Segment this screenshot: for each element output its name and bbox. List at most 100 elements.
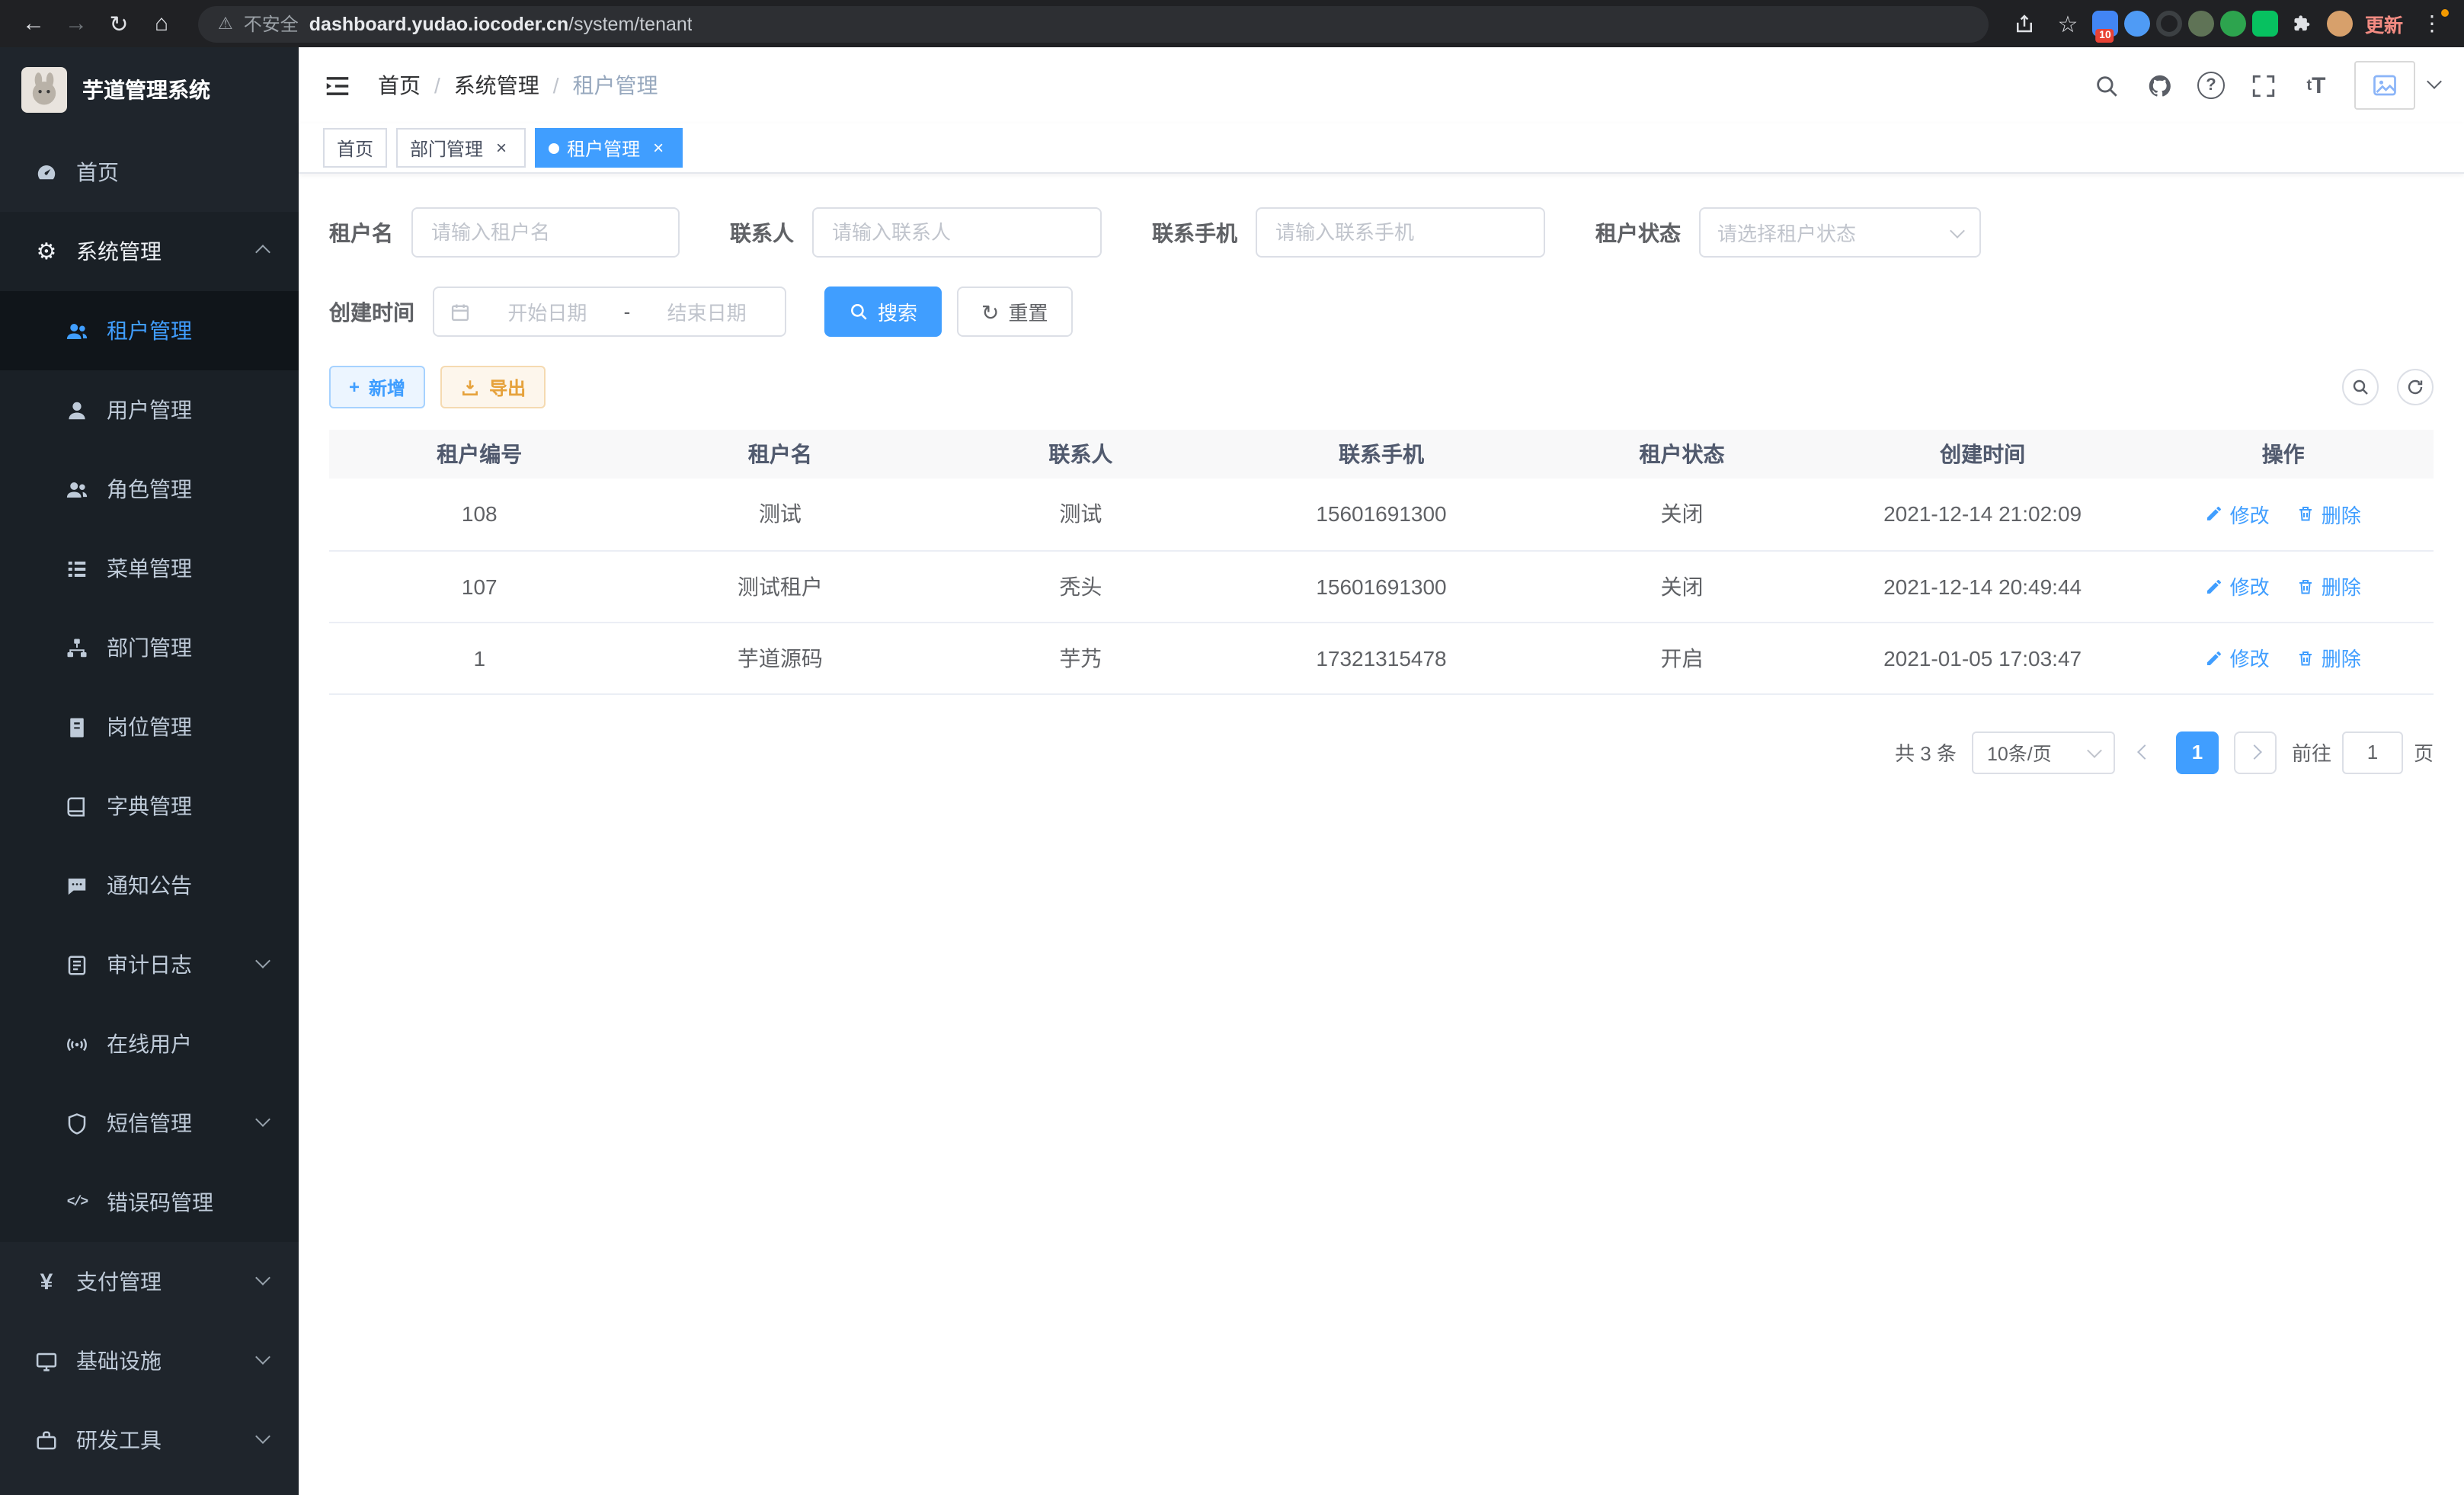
sidebar-item-error-code[interactable]: </> 错误码管理 <box>0 1163 299 1242</box>
next-page-icon[interactable] <box>2234 731 2277 773</box>
sms-shield-icon <box>64 1110 90 1136</box>
contact-label: 联系人 <box>730 217 812 248</box>
tab-dept-management[interactable]: 部门管理 × <box>396 128 526 168</box>
sidebar-item-notice[interactable]: 通知公告 <box>0 846 299 925</box>
delete-button[interactable]: 删除 <box>2297 500 2361 529</box>
sidebar-item-menu-management[interactable]: 菜单管理 <box>0 529 299 608</box>
extension-icon-1[interactable]: 10 <box>2092 11 2118 37</box>
sidebar-item-tenant-management[interactable]: 租户管理 <box>0 291 299 370</box>
refresh-table-icon[interactable] <box>2397 369 2434 405</box>
delete-button[interactable]: 删除 <box>2297 643 2361 672</box>
cell-create-time: 2021-12-14 21:02:09 <box>1832 479 2133 550</box>
chevron-down-icon[interactable] <box>2427 73 2442 88</box>
page-url: dashboard.yudao.iocoder.cn/system/tenant <box>309 13 693 34</box>
sidebar-item-dict-management[interactable]: 字典管理 <box>0 767 299 846</box>
home-icon[interactable]: ⌂ <box>143 5 180 42</box>
extension-icon-3[interactable] <box>2156 11 2182 37</box>
create-time-range-picker[interactable]: 开始日期 - 结束日期 <box>433 287 786 337</box>
sidebar-item-online-users[interactable]: 在线用户 <box>0 1004 299 1084</box>
address-bar[interactable]: ⚠ 不安全 dashboard.yudao.iocoder.cn/system/… <box>198 5 1989 42</box>
add-button[interactable]: + 新增 <box>329 366 425 408</box>
breadcrumb-system-management[interactable]: 系统管理 <box>454 70 539 101</box>
edit-button[interactable]: 修改 <box>2206 500 2270 529</box>
goto-page-input[interactable] <box>2342 731 2403 773</box>
edit-button[interactable]: 修改 <box>2206 643 2270 672</box>
breadcrumb: 首页 / 系统管理 / 租户管理 <box>378 70 658 101</box>
table-row: 107 测试租户 秃头 15601691300 关闭 2021-12-14 20… <box>329 550 2434 622</box>
sidebar-item-infrastructure[interactable]: 基础设施 <box>0 1321 299 1401</box>
table-toolbar: + 新增 导出 <box>329 366 2434 408</box>
search-button[interactable]: 搜索 <box>824 287 942 337</box>
extension-icon-6[interactable] <box>2252 11 2278 37</box>
notice-icon <box>64 872 90 898</box>
breadcrumb-home[interactable]: 首页 <box>378 70 421 101</box>
page-size-select[interactable]: 10条/页 <box>1972 731 2115 773</box>
close-icon[interactable]: × <box>648 137 669 158</box>
export-button[interactable]: 导出 <box>440 366 546 408</box>
reset-button[interactable]: ↻ 重置 <box>957 287 1073 337</box>
chevron-down-icon <box>255 1429 270 1444</box>
sidebar-item-home[interactable]: 首页 <box>0 133 299 212</box>
tenant-name-label: 租户名 <box>329 217 411 248</box>
close-icon[interactable]: × <box>491 137 512 158</box>
tenant-status-label: 租户状态 <box>1595 217 1699 248</box>
sidebar-item-role-management[interactable]: 角色管理 <box>0 450 299 529</box>
github-icon[interactable] <box>2144 70 2174 101</box>
show-search-toggle-icon[interactable] <box>2342 369 2379 405</box>
tab-home[interactable]: 首页 <box>323 128 387 168</box>
cell-tenant-status: 关闭 <box>1531 550 1832 622</box>
sidebar-item-audit-log[interactable]: 审计日志 <box>0 925 299 1004</box>
active-dot <box>549 142 559 153</box>
goto-suffix: 页 <box>2414 738 2434 767</box>
user-avatar[interactable] <box>2354 61 2415 110</box>
contact-input[interactable] <box>812 207 1102 258</box>
share-icon[interactable] <box>2007 5 2043 42</box>
extension-icon-4[interactable] <box>2188 11 2214 37</box>
contact-phone-input[interactable] <box>1256 207 1545 258</box>
tenant-name-input[interactable] <box>411 207 680 258</box>
forward-icon[interactable]: → <box>58 5 94 42</box>
chevron-down-icon <box>255 1112 270 1127</box>
sidebar-item-dev-tools[interactable]: 研发工具 <box>0 1401 299 1480</box>
current-page-button[interactable]: 1 <box>2176 731 2219 773</box>
security-warning-icon: ⚠ <box>218 14 233 34</box>
sidebar-item-system-management[interactable]: ⚙ 系统管理 <box>0 212 299 291</box>
menu-fold-icon[interactable] <box>323 70 354 101</box>
edit-button[interactable]: 修改 <box>2206 571 2270 600</box>
search-icon[interactable] <box>2091 70 2121 101</box>
extension-icon-5[interactable] <box>2220 11 2246 37</box>
tenant-status-select[interactable]: 请选择租户状态 <box>1699 207 1981 258</box>
cell-actions: 修改 删除 <box>2133 479 2434 550</box>
cell-tenant-id: 107 <box>329 550 630 622</box>
dev-tools-icon <box>34 1427 59 1453</box>
sidebar-item-payment-management[interactable]: ¥ 支付管理 <box>0 1242 299 1321</box>
browser-update-button[interactable]: 更新 <box>2365 9 2403 38</box>
chevron-down-icon <box>2087 742 2102 757</box>
delete-button[interactable]: 删除 <box>2297 571 2361 600</box>
tab-tenant-management[interactable]: 租户管理 × <box>535 128 683 168</box>
sidebar-item-dept-management[interactable]: 部门管理 <box>0 608 299 687</box>
extension-icon-2[interactable] <box>2124 11 2150 37</box>
chevron-down-icon <box>255 1349 270 1365</box>
tabs-bar: 首页 部门管理 × 租户管理 × <box>299 123 2464 174</box>
bookmark-star-icon[interactable]: ☆ <box>2050 5 2086 42</box>
extensions-puzzle-icon[interactable] <box>2284 5 2321 42</box>
back-icon[interactable]: ← <box>15 5 52 42</box>
app-logo[interactable]: 芋道管理系统 <box>0 47 299 133</box>
font-size-icon[interactable]: tT <box>2301 70 2331 101</box>
cell-actions: 修改 删除 <box>2133 550 2434 622</box>
fullscreen-icon[interactable] <box>2248 70 2278 101</box>
browser-menu-icon[interactable]: ⋮ <box>2415 11 2449 37</box>
col-contact-phone: 联系手机 <box>1231 430 1532 479</box>
col-contact: 联系人 <box>930 430 1231 479</box>
reload-icon[interactable]: ↻ <box>101 5 137 42</box>
sidebar-item-user-management[interactable]: 用户管理 <box>0 370 299 450</box>
cell-contact: 秃头 <box>930 550 1231 622</box>
sidebar-item-sms-management[interactable]: 短信管理 <box>0 1084 299 1163</box>
sidebar-item-post-management[interactable]: 岗位管理 <box>0 687 299 767</box>
prev-page-icon[interactable] <box>2130 731 2161 773</box>
browser-profile-avatar[interactable] <box>2327 11 2353 37</box>
help-icon[interactable]: ? <box>2197 72 2225 99</box>
app-title: 芋道管理系统 <box>82 75 210 105</box>
filter-row-1: 租户名 联系人 联系手机 租户状态 请选择租户状态 <box>329 207 2434 258</box>
